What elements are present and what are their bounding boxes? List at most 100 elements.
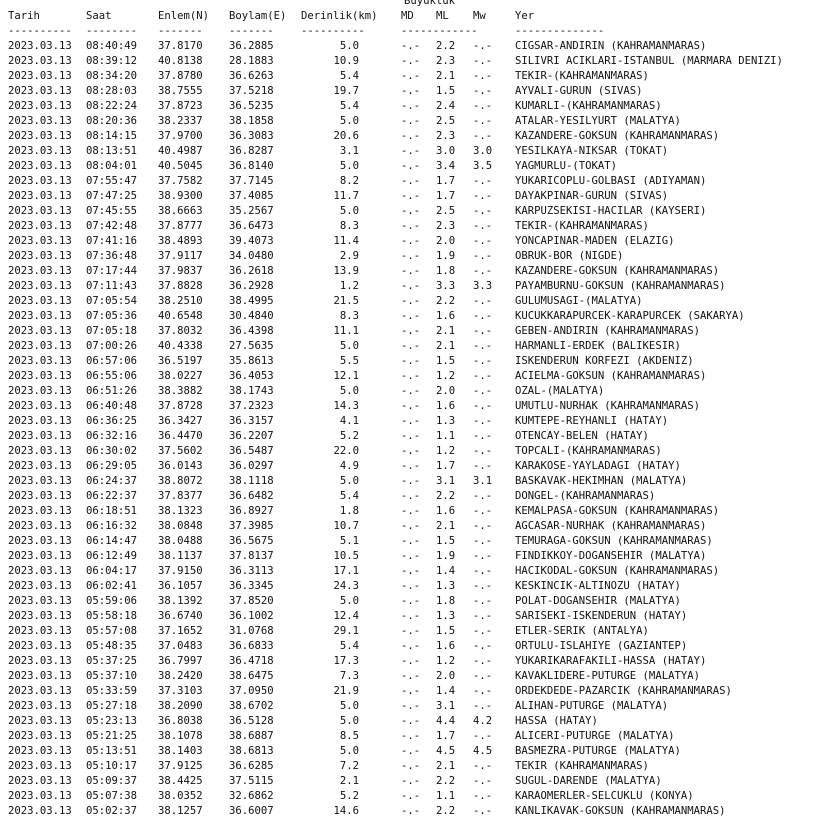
earthquake-row: 2023.03.13 07:00:26 40.4338 27.5635 5.0 -.- 2.…	[8, 339, 828, 354]
depth-cell: 1.8	[339, 505, 359, 517]
ml-cell: 1.3	[436, 415, 456, 427]
mw-column-header: Mw	[473, 10, 486, 22]
longitude-cell: 36.2885	[229, 40, 274, 52]
latitude-cell: 38.0488	[158, 535, 203, 547]
place-separator: --------------	[515, 25, 605, 37]
date-cell: 2023.03.13	[8, 730, 72, 742]
latitude-cell: 40.8138	[158, 55, 203, 67]
time-cell: 08:22:24	[86, 100, 138, 112]
ml-cell: 4.4	[436, 715, 456, 727]
longitude-cell: 37.2323	[229, 400, 274, 412]
earthquake-row: 2023.03.13 06:57:06 36.5197 35.8613 5.5 -.- 1.…	[8, 354, 828, 369]
earthquake-row: 2023.03.13 05:27:18 38.2090 38.6702 5.0 -.- 3.…	[8, 699, 828, 714]
time-cell: 05:23:13	[86, 715, 138, 727]
date-column-header: Tarih	[8, 10, 40, 22]
depth-cell: 5.2	[339, 790, 359, 802]
date-cell: 2023.03.13	[8, 40, 72, 52]
time-cell: 06:30:02	[86, 445, 138, 457]
ml-cell: 2.2	[436, 40, 456, 52]
earthquake-row: 2023.03.13 06:55:06 38.0227 36.4053 12.1 -.- 1…	[8, 369, 828, 384]
earthquake-row: 2023.03.13 08:04:01 40.5045 36.8140 5.0 -.- 3.…	[8, 159, 828, 174]
ml-cell: 2.1	[436, 325, 456, 337]
longitude-cell: 36.3345	[229, 580, 274, 592]
time-cell: 05:48:35	[86, 640, 138, 652]
latitude-cell: 38.8072	[158, 475, 203, 487]
md-cell: -.-	[401, 775, 421, 787]
earthquake-row: 2023.03.13 06:22:37 37.8377 36.6482 5.4 -.- 2.…	[8, 489, 828, 504]
longitude-cell: 36.5235	[229, 100, 274, 112]
earthquake-row: 2023.03.13 07:05:18 37.8032 36.4398 11.1 -.- 2…	[8, 324, 828, 339]
md-cell: -.-	[401, 460, 421, 472]
depth-cell: 5.4	[339, 100, 359, 112]
ml-cell: 1.6	[436, 310, 456, 322]
longitude-cell: 38.1118	[229, 475, 274, 487]
ml-cell: 3.1	[436, 475, 456, 487]
time-cell: 08:14:15	[86, 130, 138, 142]
mw-cell: -.-	[473, 70, 493, 82]
place-cell: BASKAVAK-HEKIMHAN (MALATYA)	[515, 475, 688, 487]
earthquake-row: 2023.03.13 05:10:17 37.9125 36.6285 7.2 -.- 2.…	[8, 759, 828, 774]
mw-cell: -.-	[473, 775, 493, 787]
earthquake-row: 2023.03.13 08:20:36 38.2337 38.1858 5.0 -.- 2.…	[8, 114, 828, 129]
latitude-cell: 37.8780	[158, 70, 203, 82]
depth-cell: 3.1	[339, 145, 359, 157]
time-cell: 06:32:16	[86, 430, 138, 442]
mw-cell: -.-	[473, 460, 493, 472]
earthquake-row: 2023.03.13 07:11:43 37.8828 36.2928 1.2 -.- 3.…	[8, 279, 828, 294]
ml-cell: 2.5	[436, 205, 456, 217]
mw-cell: -.-	[473, 520, 493, 532]
time-cell: 07:55:47	[86, 175, 138, 187]
date-cell: 2023.03.13	[8, 70, 72, 82]
place-cell: TEKIR-(KAHRAMANMARAS)	[515, 220, 649, 232]
longitude-cell: 36.6473	[229, 220, 274, 232]
time-cell: 08:20:36	[86, 115, 138, 127]
md-cell: -.-	[401, 505, 421, 517]
longitude-cell: 38.1858	[229, 115, 274, 127]
place-cell: DAYAKPINAR-GURUN (SIVAS)	[515, 190, 669, 202]
time-cell: 06:36:25	[86, 415, 138, 427]
latitude-cell: 37.5602	[158, 445, 203, 457]
mw-cell: -.-	[473, 580, 493, 592]
time-cell: 05:07:38	[86, 790, 138, 802]
place-cell: ORTULU-ISLAHIYE (GAZIANTEP)	[515, 640, 688, 652]
earthquake-row: 2023.03.13 06:29:05 36.0143 36.0297 4.9 -.- 1.…	[8, 459, 828, 474]
mw-cell: -.-	[473, 445, 493, 457]
mw-cell: -.-	[473, 190, 493, 202]
ml-cell: 4.5	[436, 745, 456, 757]
time-cell: 07:05:54	[86, 295, 138, 307]
depth-cell: 8.3	[339, 220, 359, 232]
md-cell: -.-	[401, 745, 421, 757]
date-cell: 2023.03.13	[8, 100, 72, 112]
column-header-row: Tarih Saat Enlem(N) Boylam(E) Derinlik(k…	[8, 9, 828, 24]
md-cell: -.-	[401, 340, 421, 352]
depth-cell: 5.0	[339, 385, 359, 397]
place-cell: KUMTEPE-REYHANLI (HATAY)	[515, 415, 669, 427]
md-cell: -.-	[401, 310, 421, 322]
earthquake-row: 2023.03.13 08:28:03 38.7555 37.5218 19.7 -.- 1…	[8, 84, 828, 99]
md-cell: -.-	[401, 550, 421, 562]
date-cell: 2023.03.13	[8, 340, 72, 352]
place-cell: OZAL-(MALATYA)	[515, 385, 605, 397]
earthquake-row: 2023.03.13 08:34:20 37.8780 36.6263 5.4 -.- 2.…	[8, 69, 828, 84]
longitude-cell: 36.3157	[229, 415, 274, 427]
depth-cell: 5.2	[339, 430, 359, 442]
depth-cell: 22.0	[333, 445, 359, 457]
ml-cell: 2.4	[436, 100, 456, 112]
ml-cell: 1.2	[436, 445, 456, 457]
ml-cell: 1.5	[436, 355, 456, 367]
depth-cell: 10.7	[333, 520, 359, 532]
depth-cell: 5.0	[339, 160, 359, 172]
place-cell: KARAOMERLER-SELCUKLU (KONYA)	[515, 790, 694, 802]
date-cell: 2023.03.13	[8, 415, 72, 427]
mw-cell: -.-	[473, 430, 493, 442]
time-cell: 05:10:17	[86, 760, 138, 772]
date-cell: 2023.03.13	[8, 640, 72, 652]
md-cell: -.-	[401, 130, 421, 142]
magnitude-group-header-row: Buyukluk	[8, 0, 828, 9]
earthquake-row: 2023.03.13 06:30:02 37.5602 36.5487 22.0 -.- 1…	[8, 444, 828, 459]
md-cell: -.-	[401, 790, 421, 802]
latitude-cell: 37.8170	[158, 40, 203, 52]
date-cell: 2023.03.13	[8, 445, 72, 457]
depth-cell: 5.0	[339, 115, 359, 127]
time-column-header: Saat	[86, 10, 112, 22]
